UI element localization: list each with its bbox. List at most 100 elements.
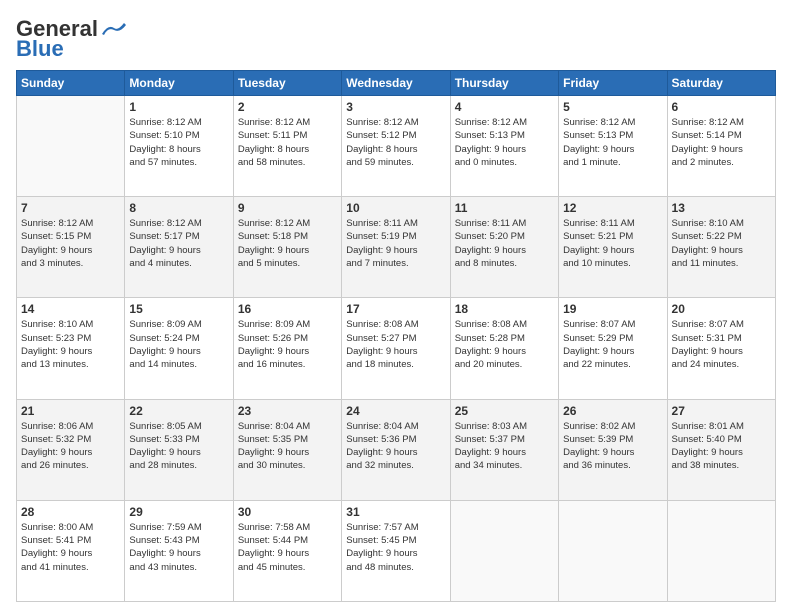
day-info: Sunrise: 8:10 AM Sunset: 5:23 PM Dayligh… (21, 318, 120, 371)
calendar-cell: 9Sunrise: 8:12 AM Sunset: 5:18 PM Daylig… (233, 197, 341, 298)
day-info: Sunrise: 7:59 AM Sunset: 5:43 PM Dayligh… (129, 521, 228, 574)
day-info: Sunrise: 8:12 AM Sunset: 5:13 PM Dayligh… (455, 116, 554, 169)
day-info: Sunrise: 8:00 AM Sunset: 5:41 PM Dayligh… (21, 521, 120, 574)
calendar-week-4: 21 Sunrise: 8:06 AM Sunset: 5:32 PM Dayli… (17, 399, 776, 500)
day-info: Sunrise: 8:12 AM Sunset: 5:14 PM Dayligh… (672, 116, 771, 169)
day-info: Sunrise: 8:12 AM Sunset: 5:18 PM Dayligh… (238, 217, 337, 270)
calendar-header-row: SundayMondayTuesdayWednesdayThursdayFrid… (17, 71, 776, 96)
day-number: 4 (455, 100, 554, 114)
day-number: 10 (346, 201, 445, 215)
calendar-cell: 8Sunrise: 8:12 AM Sunset: 5:17 PM Daylig… (125, 197, 233, 298)
day-info: Sunrise: 8:12 AM Sunset: 5:11 PM Dayligh… (238, 116, 337, 169)
calendar-header-sunday: Sunday (17, 71, 125, 96)
day-number: 1 (129, 100, 228, 114)
day-number: 13 (672, 201, 771, 215)
day-info: Sunrise: 8:03 AM Sunset: 5:37 PM Dayligh… (455, 420, 554, 473)
day-number: 28 (21, 505, 120, 519)
calendar-cell: 11 Sunrise: 8:11 AM Sunset: 5:20 PM Dayli… (450, 197, 558, 298)
day-info: Sunrise: 7:57 AM Sunset: 5:45 PM Dayligh… (346, 521, 445, 574)
calendar-cell: 6 Sunrise: 8:12 AM Sunset: 5:14 PM Daylig… (667, 96, 775, 197)
calendar-cell: 13 Sunrise: 8:10 AM Sunset: 5:22 PM Dayli… (667, 197, 775, 298)
day-number: 25 (455, 404, 554, 418)
day-info: Sunrise: 8:05 AM Sunset: 5:33 PM Dayligh… (129, 420, 228, 473)
header: General Blue (16, 16, 776, 62)
day-number: 30 (238, 505, 337, 519)
calendar-cell: 15 Sunrise: 8:09 AM Sunset: 5:24 PM Dayli… (125, 298, 233, 399)
day-info: Sunrise: 8:07 AM Sunset: 5:29 PM Dayligh… (563, 318, 662, 371)
calendar-cell: 12Sunrise: 8:11 AM Sunset: 5:21 PM Dayli… (559, 197, 667, 298)
calendar-week-1: 1 Sunrise: 8:12 AM Sunset: 5:10 PM Daylig… (17, 96, 776, 197)
calendar-cell: 10 Sunrise: 8:11 AM Sunset: 5:19 PM Dayli… (342, 197, 450, 298)
day-number: 11 (455, 201, 554, 215)
day-info: Sunrise: 8:11 AM Sunset: 5:20 PM Dayligh… (455, 217, 554, 270)
day-number: 29 (129, 505, 228, 519)
calendar-cell (17, 96, 125, 197)
logo-bird-icon (100, 22, 128, 36)
calendar-cell: 23 Sunrise: 8:04 AM Sunset: 5:35 PM Dayli… (233, 399, 341, 500)
calendar-cell: 21 Sunrise: 8:06 AM Sunset: 5:32 PM Dayli… (17, 399, 125, 500)
day-number: 20 (672, 302, 771, 316)
calendar: SundayMondayTuesdayWednesdayThursdayFrid… (16, 70, 776, 602)
calendar-cell: 26 Sunrise: 8:02 AM Sunset: 5:39 PM Dayli… (559, 399, 667, 500)
calendar-cell: 4 Sunrise: 8:12 AM Sunset: 5:13 PM Daylig… (450, 96, 558, 197)
day-info: Sunrise: 8:12 AM Sunset: 5:17 PM Dayligh… (129, 217, 228, 270)
day-number: 3 (346, 100, 445, 114)
calendar-cell: 14 Sunrise: 8:10 AM Sunset: 5:23 PM Dayli… (17, 298, 125, 399)
calendar-week-3: 14 Sunrise: 8:10 AM Sunset: 5:23 PM Dayli… (17, 298, 776, 399)
day-number: 21 (21, 404, 120, 418)
day-info: Sunrise: 8:12 AM Sunset: 5:13 PM Dayligh… (563, 116, 662, 169)
day-info: Sunrise: 8:06 AM Sunset: 5:32 PM Dayligh… (21, 420, 120, 473)
calendar-cell: 22Sunrise: 8:05 AM Sunset: 5:33 PM Dayli… (125, 399, 233, 500)
day-number: 15 (129, 302, 228, 316)
calendar-header-monday: Monday (125, 71, 233, 96)
calendar-cell: 5 Sunrise: 8:12 AM Sunset: 5:13 PM Daylig… (559, 96, 667, 197)
day-info: Sunrise: 8:09 AM Sunset: 5:26 PM Dayligh… (238, 318, 337, 371)
day-info: Sunrise: 8:10 AM Sunset: 5:22 PM Dayligh… (672, 217, 771, 270)
day-number: 5 (563, 100, 662, 114)
calendar-cell: 2 Sunrise: 8:12 AM Sunset: 5:11 PM Daylig… (233, 96, 341, 197)
day-info: Sunrise: 8:01 AM Sunset: 5:40 PM Dayligh… (672, 420, 771, 473)
calendar-cell: 16 Sunrise: 8:09 AM Sunset: 5:26 PM Dayli… (233, 298, 341, 399)
day-number: 6 (672, 100, 771, 114)
calendar-header-thursday: Thursday (450, 71, 558, 96)
day-number: 24 (346, 404, 445, 418)
day-info: Sunrise: 8:09 AM Sunset: 5:24 PM Dayligh… (129, 318, 228, 371)
day-info: Sunrise: 8:07 AM Sunset: 5:31 PM Dayligh… (672, 318, 771, 371)
calendar-header-saturday: Saturday (667, 71, 775, 96)
day-info: Sunrise: 8:04 AM Sunset: 5:35 PM Dayligh… (238, 420, 337, 473)
day-number: 23 (238, 404, 337, 418)
day-number: 17 (346, 302, 445, 316)
calendar-header-wednesday: Wednesday (342, 71, 450, 96)
calendar-cell: 24 Sunrise: 8:04 AM Sunset: 5:36 PM Dayli… (342, 399, 450, 500)
day-info: Sunrise: 8:11 AM Sunset: 5:19 PM Dayligh… (346, 217, 445, 270)
calendar-header-tuesday: Tuesday (233, 71, 341, 96)
calendar-cell: 30 Sunrise: 7:58 AM Sunset: 5:44 PM Dayli… (233, 500, 341, 601)
day-info: Sunrise: 8:02 AM Sunset: 5:39 PM Dayligh… (563, 420, 662, 473)
day-number: 26 (563, 404, 662, 418)
calendar-cell: 17 Sunrise: 8:08 AM Sunset: 5:27 PM Dayli… (342, 298, 450, 399)
day-info: Sunrise: 8:11 AM Sunset: 5:21 PM Dayligh… (563, 217, 662, 270)
day-info: Sunrise: 7:58 AM Sunset: 5:44 PM Dayligh… (238, 521, 337, 574)
day-info: Sunrise: 8:08 AM Sunset: 5:28 PM Dayligh… (455, 318, 554, 371)
calendar-week-5: 28 Sunrise: 8:00 AM Sunset: 5:41 PM Dayli… (17, 500, 776, 601)
calendar-cell: 27 Sunrise: 8:01 AM Sunset: 5:40 PM Dayli… (667, 399, 775, 500)
day-number: 27 (672, 404, 771, 418)
day-number: 7 (21, 201, 120, 215)
calendar-cell: 7Sunrise: 8:12 AM Sunset: 5:15 PM Daylig… (17, 197, 125, 298)
day-info: Sunrise: 8:12 AM Sunset: 5:12 PM Dayligh… (346, 116, 445, 169)
day-number: 14 (21, 302, 120, 316)
calendar-cell: 1 Sunrise: 8:12 AM Sunset: 5:10 PM Daylig… (125, 96, 233, 197)
day-info: Sunrise: 8:12 AM Sunset: 5:10 PM Dayligh… (129, 116, 228, 169)
calendar-cell: 20 Sunrise: 8:07 AM Sunset: 5:31 PM Dayli… (667, 298, 775, 399)
calendar-cell (559, 500, 667, 601)
calendar-cell (450, 500, 558, 601)
day-number: 2 (238, 100, 337, 114)
calendar-cell: 31Sunrise: 7:57 AM Sunset: 5:45 PM Dayli… (342, 500, 450, 601)
calendar-cell (667, 500, 775, 601)
day-info: Sunrise: 8:04 AM Sunset: 5:36 PM Dayligh… (346, 420, 445, 473)
day-number: 19 (563, 302, 662, 316)
day-info: Sunrise: 8:08 AM Sunset: 5:27 PM Dayligh… (346, 318, 445, 371)
calendar-cell: 18Sunrise: 8:08 AM Sunset: 5:28 PM Dayli… (450, 298, 558, 399)
calendar-cell: 25 Sunrise: 8:03 AM Sunset: 5:37 PM Dayli… (450, 399, 558, 500)
day-number: 16 (238, 302, 337, 316)
